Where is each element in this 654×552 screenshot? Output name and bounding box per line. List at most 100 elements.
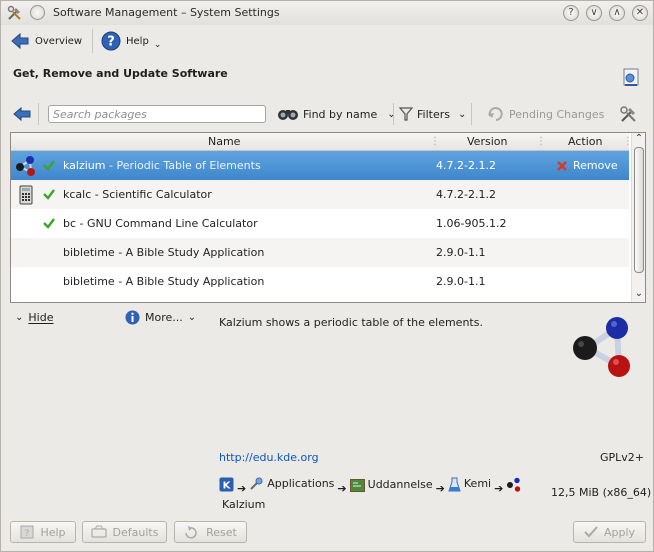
breadcrumb-kemi[interactable]: Kemi <box>448 476 491 492</box>
breadcrumb-arrow-icon: ➔ <box>237 481 247 495</box>
breadcrumb-kde[interactable]: K <box>219 477 234 492</box>
breadcrumb-label: Kalzium <box>222 497 266 511</box>
system-settings-window: Software Management – System Settings ? … <box>0 0 654 552</box>
breadcrumb-uddannelse[interactable]: Uddannelse <box>349 477 433 493</box>
package-name-cell: kalzium - Periodic Table of Elements <box>63 159 261 172</box>
apply-button[interactable]: Apply <box>573 521 646 543</box>
remove-action-button[interactable]: Remove <box>556 159 618 172</box>
reset-button[interactable]: Reset <box>174 521 247 543</box>
education-icon <box>349 478 365 492</box>
table-row[interactable]: kalzium - Periodic Table of Elements 4.7… <box>11 151 629 180</box>
package-version: 2.9.0-1.1 <box>436 246 486 259</box>
filters-button[interactable]: Filters ⌄ <box>399 105 466 123</box>
package-summary: - A Bible Study Application <box>114 246 265 259</box>
help-window-button[interactable]: ? <box>563 5 579 21</box>
package-version: 4.7.2-2.1.2 <box>436 188 496 201</box>
find-by-name-button[interactable]: Find by name ⌄ <box>277 105 396 123</box>
help-menu-button[interactable]: ? Help ⌄ <box>101 29 161 53</box>
overview-label: Overview <box>35 35 83 47</box>
breadcrumb-label: Uddannelse <box>367 478 433 491</box>
find-label: Find by name <box>303 107 378 121</box>
breadcrumb-arrow-icon: ➔ <box>337 481 347 495</box>
table-row[interactable]: bibletime - A Bible Study Application 2.… <box>11 267 629 296</box>
chevron-down-icon: ⌄ <box>153 40 162 50</box>
breadcrumb-label: Kemi <box>463 477 492 490</box>
more-button[interactable]: More... ⌄ <box>125 310 196 325</box>
minimize-button[interactable]: ∨ <box>586 5 602 21</box>
homepage-link[interactable]: http://edu.kde.org <box>219 451 319 464</box>
binoculars-icon <box>278 110 298 120</box>
reset-button-label: Reset <box>206 525 237 539</box>
breadcrumb-applications[interactable]: Applications <box>249 476 334 492</box>
package-name: bibletime <box>63 246 115 259</box>
breadcrumb-arrow-icon: ➔ <box>494 481 504 495</box>
package-summary: - Periodic Table of Elements <box>105 159 261 172</box>
package-version: 4.7.2-2.1.2 <box>436 159 496 172</box>
svg-text:?: ? <box>25 529 30 539</box>
vertical-scrollbar[interactable]: ⌃ ⌄ <box>631 133 645 302</box>
defaults-button[interactable]: Defaults <box>82 521 167 543</box>
table-row[interactable]: bc - GNU Command Line Calculator 1.06-90… <box>11 209 629 238</box>
help-icon: ? <box>20 525 34 539</box>
table-row[interactable]: bibletime - A Bible Study Application 2.… <box>11 238 629 267</box>
back-arrow-icon <box>11 32 29 50</box>
tools-icon <box>620 106 636 122</box>
page-title: Get, Remove and Update Software <box>13 67 228 80</box>
kalzium-icon <box>16 156 35 176</box>
package-name-cell: kcalc - Scientific Calculator <box>63 188 212 201</box>
package-name: bibletime <box>63 275 115 288</box>
package-summary: - GNU Command Line Calculator <box>76 217 258 230</box>
breadcrumb: K ➔ Applications ➔ Uddannelse ➔ Kemi ➔ K <box>219 476 549 513</box>
installed-check-icon[interactable] <box>42 158 56 172</box>
chevron-down-icon: ⌄ <box>15 312 24 323</box>
maximize-button[interactable]: ∧ <box>609 5 625 21</box>
scroll-down-arrow[interactable]: ⌄ <box>632 288 645 300</box>
column-header-action[interactable]: Action <box>568 135 602 148</box>
table-row[interactable]: kcalc - Scientific Calculator 4.7.2-2.1.… <box>11 180 629 209</box>
kalzium-large-icon <box>573 317 630 377</box>
info-icon <box>125 310 140 325</box>
scroll-up-arrow[interactable]: ⌃ <box>632 133 645 145</box>
package-name: kcalc <box>63 188 92 201</box>
overview-button[interactable]: Overview <box>10 29 82 53</box>
title-bar: Software Management – System Settings ? … <box>1 1 653 25</box>
pending-changes-button[interactable]: Pending Changes <box>487 105 604 123</box>
action-label: Remove <box>573 159 618 172</box>
package-version: 2.9.0-1.1 <box>436 275 486 288</box>
breadcrumb-kalzium[interactable] <box>506 477 521 492</box>
scrollbar-thumb[interactable] <box>634 147 644 273</box>
column-header-name[interactable]: Name <box>208 135 240 148</box>
tools-icon[interactable] <box>7 5 23 21</box>
column-header-version[interactable]: Version <box>467 135 507 148</box>
back-arrow-icon <box>13 106 31 122</box>
package-name: kalzium <box>63 159 106 172</box>
more-label: More... <box>145 311 183 324</box>
close-button[interactable]: ✕ <box>632 5 648 21</box>
settings-tools-button[interactable] <box>619 105 639 123</box>
help-button-label: Help <box>40 525 66 539</box>
reset-icon <box>185 526 197 539</box>
kde-icon: K <box>219 477 234 491</box>
help-button[interactable]: ? Help <box>10 521 76 543</box>
column-separator: ⋮ <box>623 136 633 147</box>
defaults-icon <box>90 525 107 538</box>
settings-page-icon[interactable] <box>621 67 641 87</box>
applications-icon <box>250 477 263 490</box>
package-version: 1.06-905.1.2 <box>436 217 507 230</box>
column-separator: ⋮ <box>536 136 546 147</box>
package-name-cell: bibletime - A Bible Study Application <box>63 246 264 259</box>
help-icon: ? <box>101 31 121 51</box>
installed-check-icon[interactable] <box>42 216 56 230</box>
installed-check-icon[interactable] <box>42 187 56 201</box>
svg-text:?: ? <box>107 35 115 50</box>
package-name-cell: bc - GNU Command Line Calculator <box>63 217 258 230</box>
breadcrumb-label: Applications <box>267 477 335 490</box>
apply-check-icon <box>584 526 598 538</box>
hide-details-button[interactable]: ⌄ Hide <box>15 311 53 324</box>
breadcrumb-arrow-icon: ➔ <box>435 481 445 495</box>
hide-label: Hide <box>28 311 54 324</box>
back-button[interactable] <box>13 105 31 123</box>
search-input[interactable] <box>48 105 266 123</box>
window-menu-button[interactable] <box>30 5 45 20</box>
remove-x-icon <box>557 160 567 171</box>
